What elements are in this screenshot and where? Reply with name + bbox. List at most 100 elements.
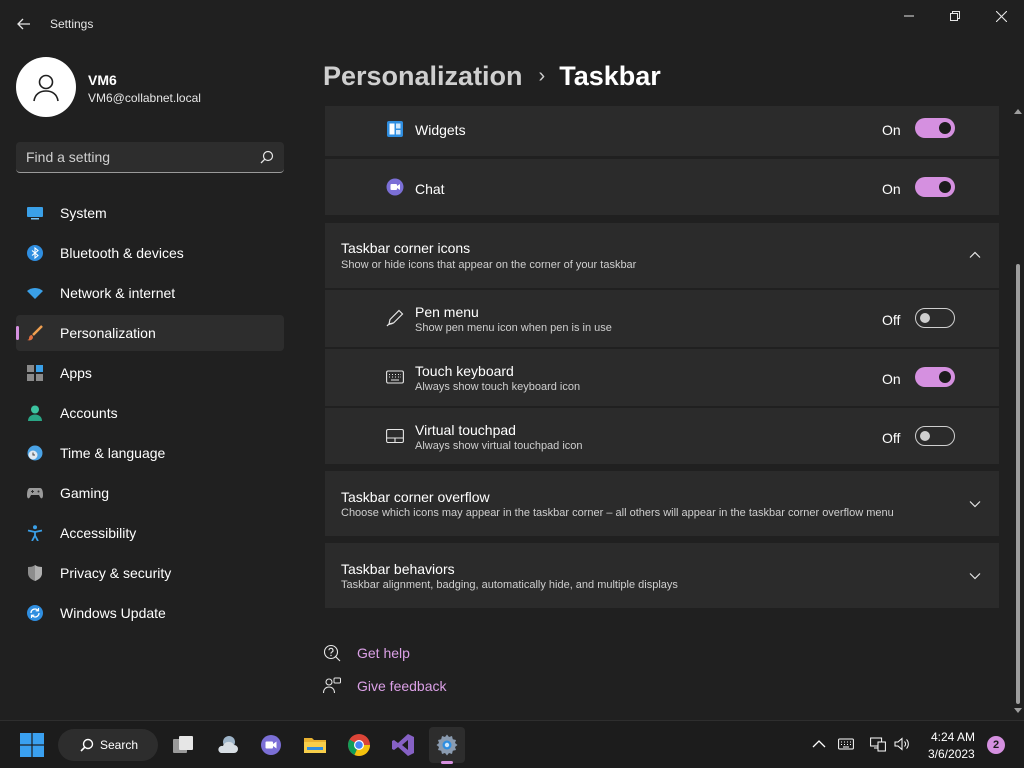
weather-icon (218, 736, 238, 753)
feedback-icon (323, 677, 341, 694)
widgets-taskbar-button[interactable] (209, 727, 245, 763)
sidebar-item-label: Network & internet (60, 285, 176, 301)
chrome-icon (348, 734, 370, 756)
sidebar-item-privacy[interactable]: Privacy & security (16, 555, 284, 591)
sidebar-item-label: System (60, 205, 107, 221)
avatar[interactable] (16, 57, 76, 117)
toggle-state-label: On (882, 371, 901, 387)
gear-icon (436, 734, 458, 756)
sidebar-item-accounts[interactable]: Accounts (16, 395, 284, 431)
taskbar-behaviors-header[interactable]: Taskbar behaviors Taskbar alignment, bad… (325, 543, 999, 608)
gamepad-icon (27, 488, 43, 499)
scroll-down-arrow-icon[interactable] (1014, 708, 1022, 714)
keyboard-icon (386, 370, 404, 384)
setting-row-touch-keyboard: Touch keyboard Always show touch keyboar… (325, 349, 999, 406)
setting-description: Show pen menu icon when pen is in use (415, 322, 612, 334)
sidebar-item-time-language[interactable]: Time & language (16, 435, 284, 471)
sidebar-item-personalization[interactable]: Personalization (16, 315, 284, 351)
minimize-icon (904, 15, 914, 17)
folder-icon (304, 738, 326, 753)
network-icon[interactable] (870, 736, 886, 752)
taskbar-corner-icons-header[interactable]: Taskbar corner icons Show or hide icons … (325, 223, 999, 288)
keyboard-icon[interactable] (838, 736, 854, 752)
visual-studio-button[interactable] (385, 727, 421, 763)
back-arrow-icon (17, 18, 30, 30)
notification-badge[interactable]: 2 (987, 736, 1005, 754)
chat-taskbar-button[interactable] (253, 727, 289, 763)
scroll-up-arrow-icon[interactable] (1014, 108, 1022, 114)
chevron-down-icon[interactable] (969, 498, 981, 510)
setting-row-virtual-touchpad: Virtual touchpad Always show virtual tou… (325, 408, 999, 464)
restore-button[interactable] (932, 4, 978, 28)
windows-logo-icon (20, 733, 44, 757)
search-box[interactable] (16, 142, 284, 173)
setting-label: Widgets (415, 122, 466, 138)
visual-studio-icon (392, 734, 414, 756)
sidebar-item-label: Time & language (60, 445, 166, 461)
start-button[interactable] (14, 727, 50, 763)
pen-menu-toggle[interactable] (915, 308, 955, 328)
task-view-button[interactable] (165, 727, 201, 763)
setting-label: Touch keyboard (415, 363, 514, 379)
sidebar-item-bluetooth[interactable]: Bluetooth & devices (16, 235, 284, 271)
touch-keyboard-toggle[interactable] (915, 367, 955, 387)
section-description: Taskbar alignment, badging, automaticall… (341, 579, 678, 591)
section-description: Show or hide icons that appear on the co… (341, 259, 637, 271)
give-feedback-link[interactable]: Give feedback (357, 678, 447, 694)
active-app-indicator (441, 761, 453, 764)
chat-toggle[interactable] (915, 177, 955, 197)
virtual-touchpad-toggle[interactable] (915, 426, 955, 446)
chrome-button[interactable] (341, 727, 377, 763)
selection-indicator (16, 326, 19, 340)
sidebar-item-apps[interactable]: Apps (16, 355, 284, 391)
get-help-link[interactable]: Get help (357, 645, 410, 661)
breadcrumb-parent[interactable]: Personalization (323, 61, 523, 92)
sidebar-item-label: Apps (60, 365, 92, 381)
chevron-up-icon[interactable] (969, 249, 981, 261)
setting-label: Chat (415, 181, 445, 197)
sidebar-item-network[interactable]: Network & internet (16, 275, 284, 311)
setting-row-chat: Chat On (325, 159, 999, 215)
volume-icon[interactable] (894, 736, 910, 752)
sidebar-item-label: Privacy & security (60, 565, 172, 581)
sidebar-item-label: Personalization (60, 325, 156, 341)
paintbrush-icon (27, 325, 43, 341)
toggle-state-label: Off (882, 312, 901, 328)
breadcrumb-separator: › (538, 64, 546, 87)
toggle-state-label: Off (882, 430, 901, 446)
section-description: Choose which icons may appear in the tas… (341, 507, 894, 519)
section-title: Taskbar behaviors (341, 561, 455, 577)
chevron-up-icon[interactable] (811, 736, 827, 752)
breadcrumb: Personalization › Taskbar (323, 58, 661, 94)
close-button[interactable] (978, 4, 1024, 28)
taskbar-search-button[interactable]: Search (58, 729, 158, 761)
back-button[interactable] (10, 10, 38, 38)
clock-time[interactable]: 4:24 AM (931, 730, 975, 744)
close-icon (995, 10, 1007, 22)
sidebar-item-accessibility[interactable]: Accessibility (16, 515, 284, 551)
sidebar-item-system[interactable]: System (16, 195, 284, 231)
taskbar-corner-overflow-header[interactable]: Taskbar corner overflow Choose which ico… (325, 471, 999, 536)
help-icon (323, 644, 341, 662)
clock-date[interactable]: 3/6/2023 (928, 747, 975, 761)
sidebar-item-windows-update[interactable]: Windows Update (16, 595, 284, 631)
wifi-icon (27, 288, 43, 299)
chevron-down-icon[interactable] (969, 570, 981, 582)
search-input[interactable] (26, 142, 246, 172)
taskbar: Search 4:24 AM 3/6/2023 2 (0, 720, 1024, 768)
file-explorer-button[interactable] (297, 727, 333, 763)
sidebar-item-gaming[interactable]: Gaming (16, 475, 284, 511)
update-icon (27, 605, 43, 621)
apps-icon (27, 365, 43, 381)
window-title: Settings (50, 17, 94, 31)
minimize-button[interactable] (886, 4, 932, 28)
person-icon (33, 74, 59, 102)
sidebar-item-label: Gaming (60, 485, 110, 501)
widgets-toggle[interactable] (915, 118, 955, 138)
settings-taskbar-button[interactable] (429, 727, 465, 764)
task-view-icon (173, 736, 193, 753)
scrollbar-thumb[interactable] (1016, 264, 1020, 704)
search-icon[interactable] (260, 150, 274, 164)
toggle-state-label: On (882, 122, 901, 138)
bluetooth-icon (27, 245, 43, 261)
